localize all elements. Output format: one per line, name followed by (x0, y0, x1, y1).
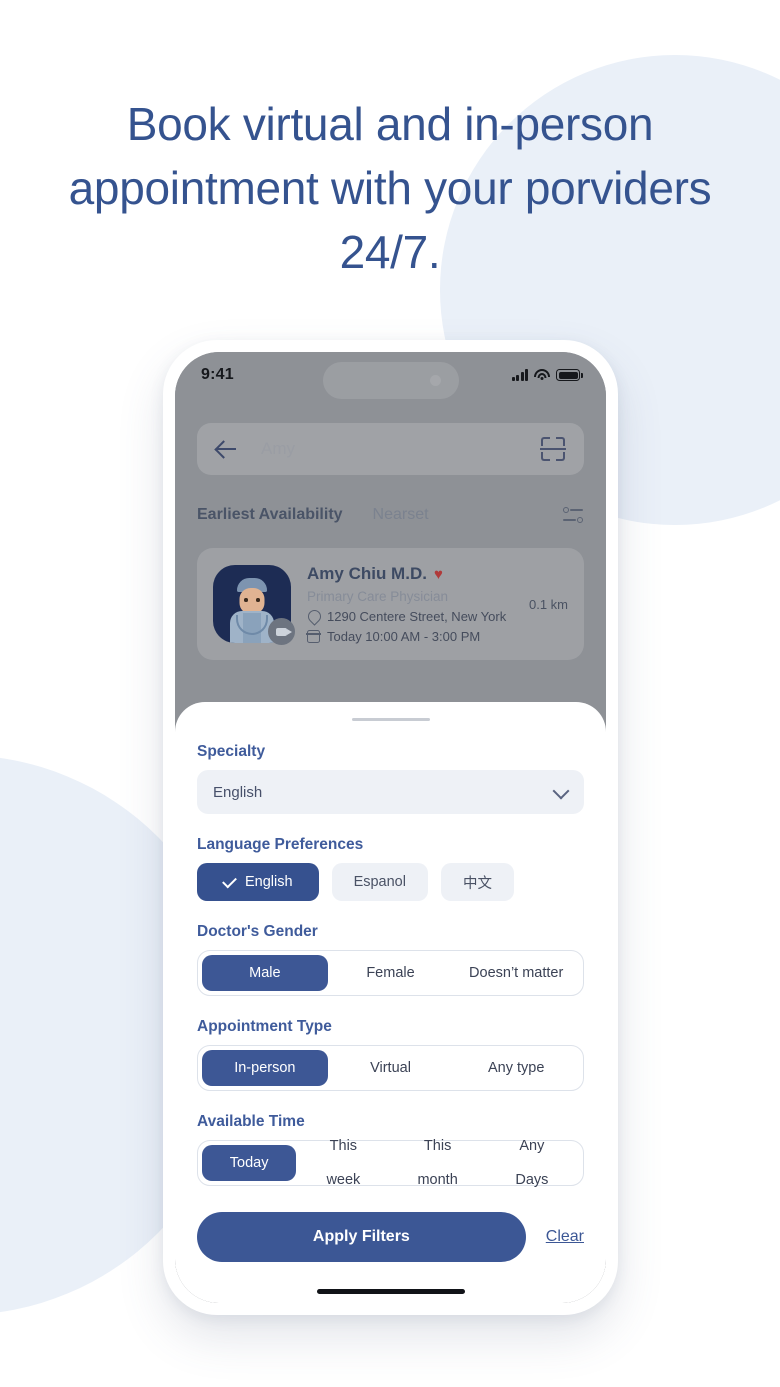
gender-option-female[interactable]: Female (328, 955, 454, 991)
sort-row: Earliest Availability Nearset (197, 498, 584, 532)
scan-icon[interactable] (540, 436, 566, 462)
wifi-icon (534, 369, 550, 381)
language-chip-espanol[interactable]: Espanol (331, 863, 428, 901)
avatar (213, 565, 295, 645)
gender-option-male[interactable]: Male (202, 955, 328, 991)
gender-label: Doctor's Gender (197, 923, 318, 940)
appointment-type-label: Appointment Type (197, 1018, 332, 1035)
doctor-address-row: 1290 Centere Street, New York (307, 609, 521, 624)
dynamic-island (322, 362, 459, 399)
chevron-down-icon (554, 785, 568, 799)
language-chip-chinese[interactable]: 中文 (440, 863, 514, 901)
doctor-name-row: Amy Chiu M.D. ♥ (307, 564, 521, 584)
doctor-name: Amy Chiu M.D. (307, 564, 427, 583)
search-input[interactable]: Amy (261, 439, 540, 459)
gender-option-doesnt-matter[interactable]: Doesn’t matter (453, 955, 579, 991)
gender-segmented-control: Male Female Doesn’t matter (197, 950, 584, 996)
filter-bottom-sheet: Specialty English Language Preferences E… (175, 702, 606, 1303)
doctor-card[interactable]: Amy Chiu M.D. ♥ Primary Care Physician 1… (197, 548, 584, 660)
chip-label: 中文 (462, 875, 492, 892)
appointment-type-option-any-type[interactable]: Any type (453, 1050, 579, 1086)
status-icons (511, 369, 583, 381)
clear-link[interactable]: Clear (546, 1228, 584, 1246)
specialty-dropdown[interactable]: English (197, 770, 584, 814)
time-option-line1: Any (519, 1137, 545, 1154)
page-root: Book virtual and in-person appointment w… (0, 0, 780, 1387)
appointment-type-option-virtual[interactable]: Virtual (328, 1050, 454, 1086)
language-chip-english[interactable]: English (197, 863, 319, 901)
specialty-label: Specialty (197, 743, 266, 760)
sheet-drag-handle[interactable] (351, 718, 430, 721)
filter-sliders-icon[interactable] (562, 505, 584, 525)
doctor-address: 1290 Centere Street, New York (327, 609, 507, 624)
time-option-line2: week (326, 1171, 361, 1188)
home-indicator (316, 1289, 465, 1294)
time-option-line1: Today (229, 1154, 269, 1171)
time-option-line2: month (417, 1171, 458, 1188)
status-time: 9:41 (201, 366, 234, 383)
language-label: Language Preferences (197, 836, 364, 853)
doctor-hours: Today 10:00 AM - 3:00 PM (327, 629, 481, 644)
page-title: Book virtual and in-person appointment w… (68, 98, 712, 278)
location-pin-icon (307, 610, 320, 623)
doctor-specialty: Primary Care Physician (307, 589, 449, 604)
available-time-segmented-control: Today This week This month Any Days (197, 1138, 584, 1188)
doctor-distance: 0.1 km (528, 596, 568, 612)
sort-tab-earliest-availability[interactable]: Earliest Availability (197, 506, 343, 524)
specialty-value: English (213, 783, 263, 801)
search-bar[interactable]: Amy (197, 423, 584, 475)
appointment-type-segmented-control: In-person Virtual Any type (197, 1045, 584, 1091)
chip-label: English (245, 874, 293, 890)
back-arrow-icon[interactable] (215, 437, 239, 461)
phone-mockup: 9:41 Amy Earliest Availability Nearset A… (163, 340, 618, 1315)
available-time-option-this-month[interactable]: This month (391, 1138, 485, 1188)
language-chip-group: English Espanol 中文 (197, 863, 584, 901)
time-option-line1: This (423, 1137, 452, 1154)
appointment-type-option-in-person[interactable]: In-person (202, 1050, 328, 1086)
signal-icon (511, 369, 528, 381)
heart-icon[interactable]: ♥ (434, 566, 443, 583)
video-camera-icon (268, 618, 295, 645)
time-option-line2: Days (515, 1171, 549, 1188)
doctor-hours-row: Today 10:00 AM - 3:00 PM (306, 629, 521, 644)
sort-tab-nearest[interactable]: Nearset (373, 506, 429, 524)
available-time-option-this-week[interactable]: This week (296, 1138, 390, 1188)
battery-icon (556, 369, 583, 381)
phone-screen: 9:41 Amy Earliest Availability Nearset A… (175, 352, 606, 1303)
check-icon (222, 873, 237, 888)
apply-filters-button[interactable]: Apply Filters (197, 1212, 526, 1262)
doctor-info: Amy Chiu M.D. ♥ Primary Care Physician 1… (306, 564, 521, 644)
available-time-option-any-days[interactable]: Any Days (485, 1138, 579, 1188)
calendar-icon (306, 630, 321, 643)
chip-label: Espanol (353, 874, 406, 890)
available-time-option-today[interactable]: Today (202, 1145, 297, 1181)
time-option-line1: This (329, 1137, 358, 1154)
sheet-footer: Apply Filters Clear (197, 1212, 584, 1262)
available-time-label: Available Time (197, 1113, 305, 1130)
